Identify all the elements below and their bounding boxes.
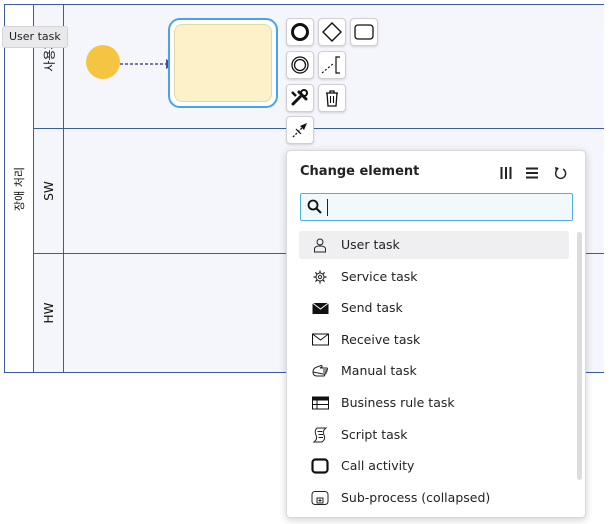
list-item-send-task[interactable]: Send task — [299, 294, 569, 322]
change-element-popup: Change element User task Service task Se… — [286, 150, 586, 518]
list-item-call-activity[interactable]: Call activity — [299, 452, 569, 480]
list-item-service-task[interactable]: Service task — [299, 263, 569, 291]
append-text-annotation-button[interactable] — [318, 51, 346, 79]
user-task[interactable] — [168, 18, 278, 108]
manual-task-icon — [311, 363, 329, 379]
toggle-loop-button[interactable] — [497, 164, 515, 182]
list-item-label: Script task — [341, 426, 408, 442]
scrollbar[interactable] — [577, 232, 582, 480]
gateway-icon — [322, 22, 342, 42]
search-box[interactable] — [300, 193, 573, 221]
popup-title: Change element — [300, 164, 420, 179]
change-type-button[interactable] — [286, 84, 314, 112]
list-item-label: Call activity — [341, 458, 415, 474]
sequential-multi-instance-icon — [526, 167, 538, 179]
business-rule-task-icon — [311, 395, 329, 411]
lane-header: SW — [34, 129, 64, 253]
call-activity-icon — [311, 458, 329, 474]
pool-header: 장애 처리 — [5, 5, 34, 372]
list-item-receive-task[interactable]: Receive task — [299, 326, 569, 354]
list-item-manual-task[interactable]: Manual task — [299, 357, 569, 385]
delete-icon — [326, 90, 338, 107]
send-task-icon — [311, 300, 329, 316]
search-icon — [307, 199, 322, 218]
list-item-sub-process-collapsed[interactable]: Sub-process (collapsed) — [299, 484, 569, 512]
append-intermediate-event-button[interactable] — [286, 51, 314, 79]
task-icon — [354, 24, 374, 40]
lane-header: HW — [34, 254, 64, 372]
lane-label-sw: SW — [42, 181, 56, 201]
list-item-script-task[interactable]: Script task — [299, 421, 569, 449]
connect-icon — [292, 123, 307, 138]
loop-icon — [554, 167, 567, 180]
text-caret — [327, 199, 328, 216]
end-event-icon — [291, 23, 309, 41]
parallel-multi-instance-icon — [500, 167, 512, 179]
list-item-label: Service task — [341, 268, 418, 284]
start-event[interactable] — [86, 45, 120, 79]
list-item-user-task[interactable]: User task — [299, 231, 569, 259]
user-task-icon — [311, 237, 329, 253]
append-task-button[interactable] — [350, 18, 378, 46]
append-gateway-button[interactable] — [318, 18, 346, 46]
toggle-loop-marker-button[interactable] — [551, 164, 569, 182]
lane-label-hw: HW — [42, 302, 56, 324]
task-body — [174, 24, 272, 102]
list-item-label: User task — [341, 237, 400, 252]
service-task-icon — [311, 269, 329, 285]
connect-button[interactable] — [286, 116, 314, 144]
script-task-icon — [311, 427, 329, 443]
list-item-label: Receive task — [341, 331, 421, 347]
append-end-event-button[interactable] — [286, 18, 314, 46]
delete-button[interactable] — [318, 84, 346, 112]
list-item-label: Send task — [341, 300, 403, 316]
list-item-label: Sub-process (collapsed) — [341, 489, 491, 505]
list-item-label: Manual task — [341, 363, 417, 379]
bpmn-canvas[interactable]: 장애 처리 사용자 SW HW User task Change element… — [0, 0, 609, 524]
intermediate-event-icon — [291, 56, 309, 74]
list-item-label: Business rule task — [341, 394, 455, 410]
list-item-business-rule-task[interactable]: Business rule task — [299, 389, 569, 417]
lane-header: 사용자 — [34, 5, 64, 128]
sub-process-collapsed-icon — [311, 490, 329, 506]
search-input[interactable] — [327, 197, 567, 217]
toggle-sequential-button[interactable] — [523, 164, 541, 182]
wrench-icon — [291, 89, 308, 106]
element-list: User task Service task Send task Receive… — [299, 231, 569, 515]
text-annotation-icon — [321, 56, 340, 74]
pool-label: 장애 처리 — [13, 167, 26, 211]
receive-task-icon — [311, 332, 329, 348]
tooltip: User task — [2, 26, 68, 48]
